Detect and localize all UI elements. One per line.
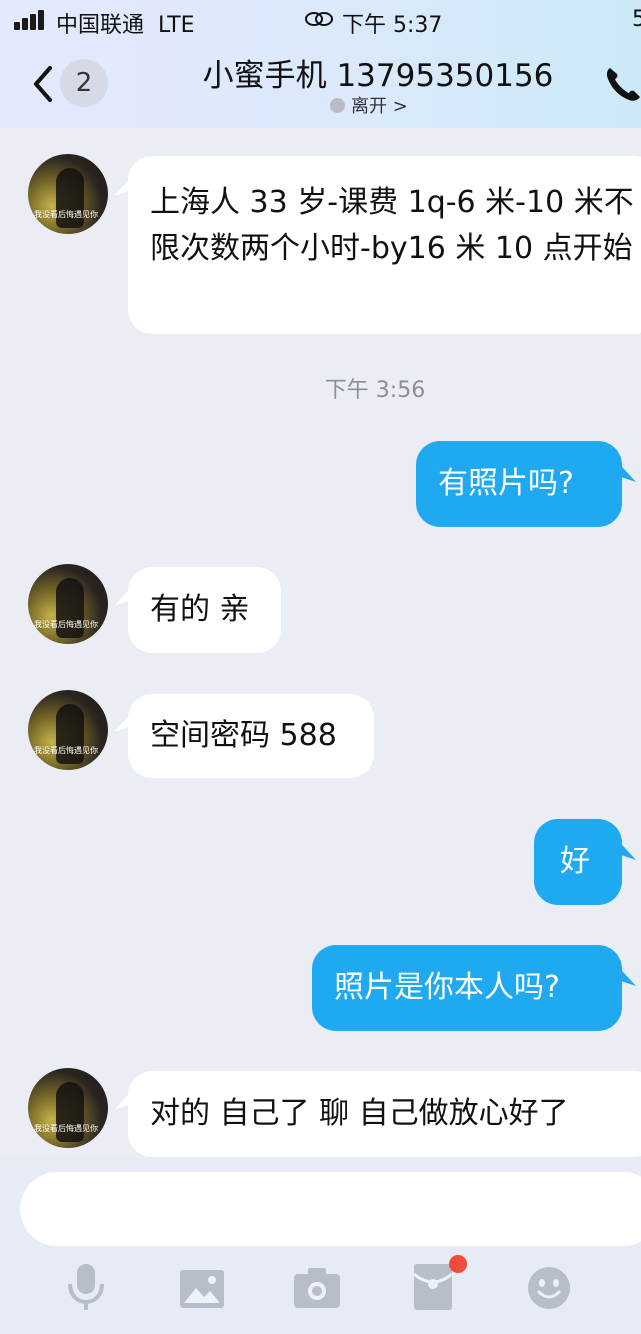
message-bubble-incoming[interactable]: 对的 自己了 聊 自己做放心好了	[128, 1071, 641, 1157]
contact-avatar[interactable]: 我没看后悔遇见你	[28, 1068, 108, 1148]
back-arrow-icon[interactable]	[28, 60, 58, 108]
avatar-caption: 我没看后悔遇见你	[34, 1124, 98, 1133]
message-text: 对的 自己了 聊 自己做放心好了	[150, 1096, 569, 1131]
message-bubble-outgoing[interactable]: 照片是你本人吗?	[312, 945, 622, 1031]
message-timestamp: 下午 3:56	[324, 378, 426, 403]
contact-avatar[interactable]: 我没看后悔遇见你	[28, 564, 108, 644]
camera-icon[interactable]	[294, 1268, 340, 1308]
clock-icon	[330, 97, 345, 113]
message-bubble-incoming[interactable]: 空间密码 588	[128, 694, 374, 778]
phone-icon[interactable]	[604, 64, 641, 104]
message-bubble-outgoing[interactable]: 有照片吗?	[416, 441, 622, 527]
message-text: 照片是你本人吗?	[334, 970, 560, 1005]
network-type: LTE	[158, 13, 195, 38]
notification-dot	[449, 1255, 467, 1273]
emoji-icon[interactable]	[527, 1266, 571, 1310]
message-bubble-incoming[interactable]: 有的 亲	[128, 567, 281, 653]
battery-label: 5	[632, 7, 641, 32]
red-packet-icon[interactable]	[414, 1264, 452, 1310]
avatar-caption: 我没看后悔遇见你	[34, 210, 98, 219]
status-bar: 中国联通 LTE 下午 5:37 5	[0, 0, 641, 40]
contact-avatar[interactable]: 我没看后悔遇见你	[28, 690, 108, 770]
signal-icon	[14, 8, 48, 30]
top-bar: 中国联通 LTE 下午 5:37 5 2 小蜜手机 13795350156 离开…	[0, 0, 641, 128]
unread-count-badge[interactable]: 2	[60, 59, 108, 107]
link-icon	[305, 12, 333, 26]
message-text: 有的 亲	[150, 592, 250, 627]
presence-label: 离开 >	[351, 96, 408, 117]
message-text: 好	[560, 844, 590, 879]
message-input[interactable]	[20, 1172, 641, 1246]
avatar-caption: 我没看后悔遇见你	[34, 746, 98, 755]
message-text: 上海人 33 岁-课费 1q-6 米-10 米不限次数两个小时-by16 米 1…	[150, 185, 634, 266]
chat-title: 小蜜手机 13795350156	[202, 58, 554, 94]
avatar-caption: 我没看后悔遇见你	[34, 620, 98, 629]
message-bubble-incoming[interactable]: 上海人 33 岁-课费 1q-6 米-10 米不限次数两个小时-by16 米 1…	[128, 156, 641, 334]
image-icon[interactable]	[180, 1270, 224, 1308]
carrier-label: 中国联通 LTE	[56, 13, 195, 38]
presence-status[interactable]: 离开 >	[330, 92, 408, 118]
message-text: 空间密码 588	[150, 718, 337, 753]
message-bubble-outgoing[interactable]: 好	[534, 819, 622, 905]
microphone-icon[interactable]	[66, 1262, 106, 1312]
contact-avatar[interactable]: 我没看后悔遇见你	[28, 154, 108, 234]
message-text: 有照片吗?	[438, 466, 574, 501]
